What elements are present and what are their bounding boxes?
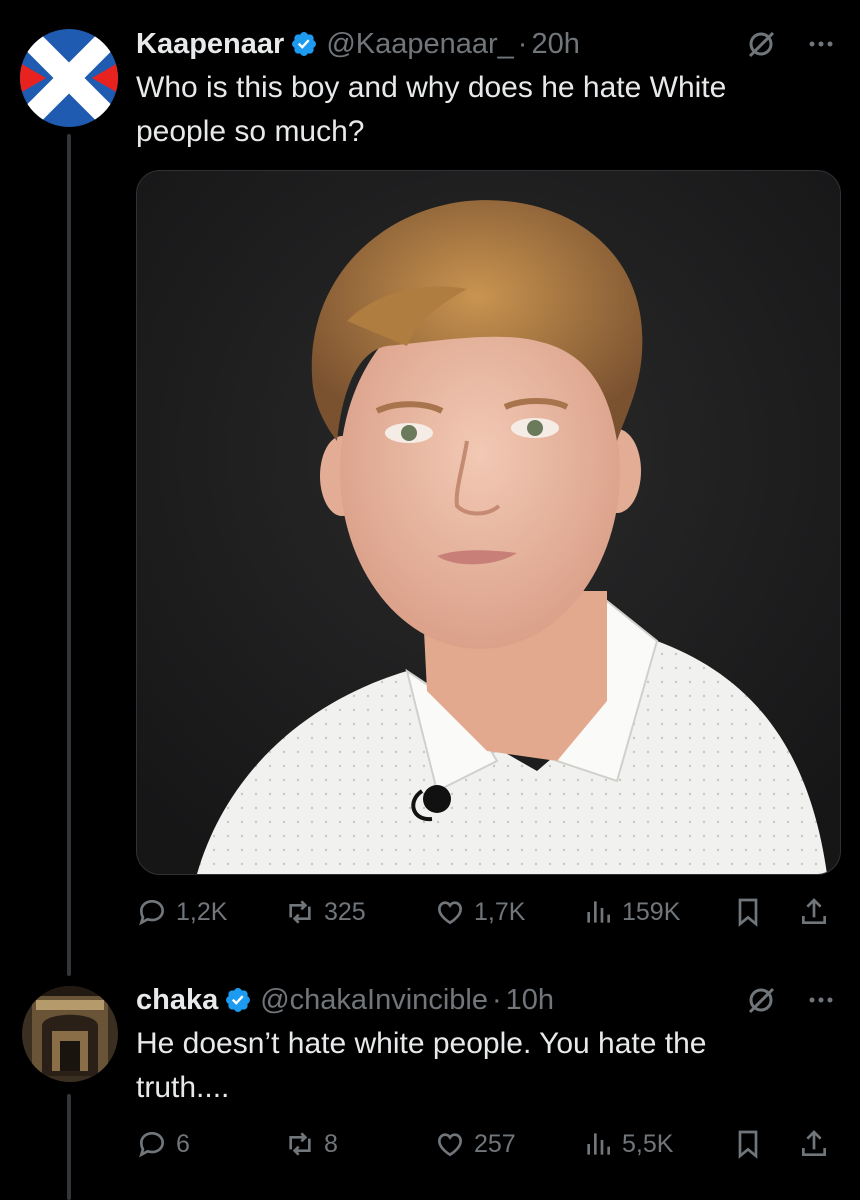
- more-icon[interactable]: [806, 985, 836, 1015]
- tweet-text: He doesn’t hate white people. You hate t…: [136, 1027, 707, 1104]
- repost-icon: [289, 1132, 311, 1156]
- grok-icon[interactable]: [746, 985, 776, 1015]
- like-count: 1,7K: [474, 897, 526, 926]
- views-icon: [587, 901, 610, 923]
- reply-icon: [139, 899, 165, 926]
- views-count: 159K: [622, 897, 681, 926]
- like-icon: [437, 1133, 463, 1157]
- portrait-photo-image: [137, 171, 840, 874]
- like-icon: [437, 901, 463, 925]
- tweet-header: Kaapenaar @Kaapenaar_ · 20h: [136, 24, 836, 64]
- separator-dot: ·: [491, 983, 502, 1016]
- share-icon[interactable]: [798, 1128, 830, 1160]
- reply-icon: [139, 1131, 165, 1158]
- avatar-kaapenaar[interactable]: [20, 29, 118, 127]
- verified-badge-icon: [292, 32, 317, 56]
- reply-button[interactable]: 6: [136, 1124, 190, 1164]
- reply-button[interactable]: 1,2K: [136, 892, 227, 932]
- thread-line-top: [67, 134, 71, 976]
- separator-dot: ·: [517, 27, 528, 60]
- thread-line-bottom: [67, 1094, 71, 1200]
- views-icon: [587, 1133, 610, 1155]
- reply-count: 1,2K: [176, 897, 228, 926]
- display-name[interactable]: chaka: [136, 984, 218, 1017]
- tweet-actions: 1,2K 325 1,7K 159K: [136, 892, 836, 932]
- repost-count: 8: [324, 1129, 338, 1158]
- reply-count: 6: [176, 1129, 190, 1158]
- timestamp[interactable]: 10h: [506, 984, 554, 1017]
- like-button[interactable]: 1,7K: [434, 892, 525, 932]
- grok-icon[interactable]: [746, 29, 776, 59]
- display-name[interactable]: Kaapenaar: [136, 28, 284, 61]
- tweet-media-photo[interactable]: [136, 170, 841, 875]
- share-icon[interactable]: [798, 896, 830, 928]
- repost-button[interactable]: 8: [284, 1124, 338, 1164]
- like-button[interactable]: 257: [434, 1124, 516, 1164]
- building-interior-avatar-image: [22, 986, 118, 1082]
- timestamp[interactable]: 20h: [531, 28, 579, 61]
- bookmark-icon[interactable]: [732, 1128, 764, 1160]
- scottish-flag-avatar-image: [20, 29, 118, 127]
- verified-badge-icon: [226, 988, 251, 1012]
- tweet-actions: 6 8 257 5,5K: [136, 1124, 836, 1164]
- avatar-chaka[interactable]: [22, 986, 118, 1082]
- repost-count: 325: [324, 897, 366, 926]
- views-count: 5,5K: [622, 1129, 674, 1158]
- bookmark-icon[interactable]: [732, 896, 764, 928]
- handle[interactable]: @Kaapenaar_: [326, 28, 513, 61]
- like-count: 257: [474, 1129, 516, 1158]
- handle[interactable]: @chakaInvincible: [260, 984, 488, 1017]
- tweet-header: chaka @chakaInvincible · 10h: [136, 980, 836, 1020]
- views-button[interactable]: 5,5K: [582, 1124, 673, 1164]
- views-button[interactable]: 159K: [582, 892, 680, 932]
- repost-icon: [289, 900, 311, 924]
- tweet-text: Who is this boy and why does he hate Whi…: [136, 71, 727, 148]
- repost-button[interactable]: 325: [284, 892, 366, 932]
- more-icon[interactable]: [806, 29, 836, 59]
